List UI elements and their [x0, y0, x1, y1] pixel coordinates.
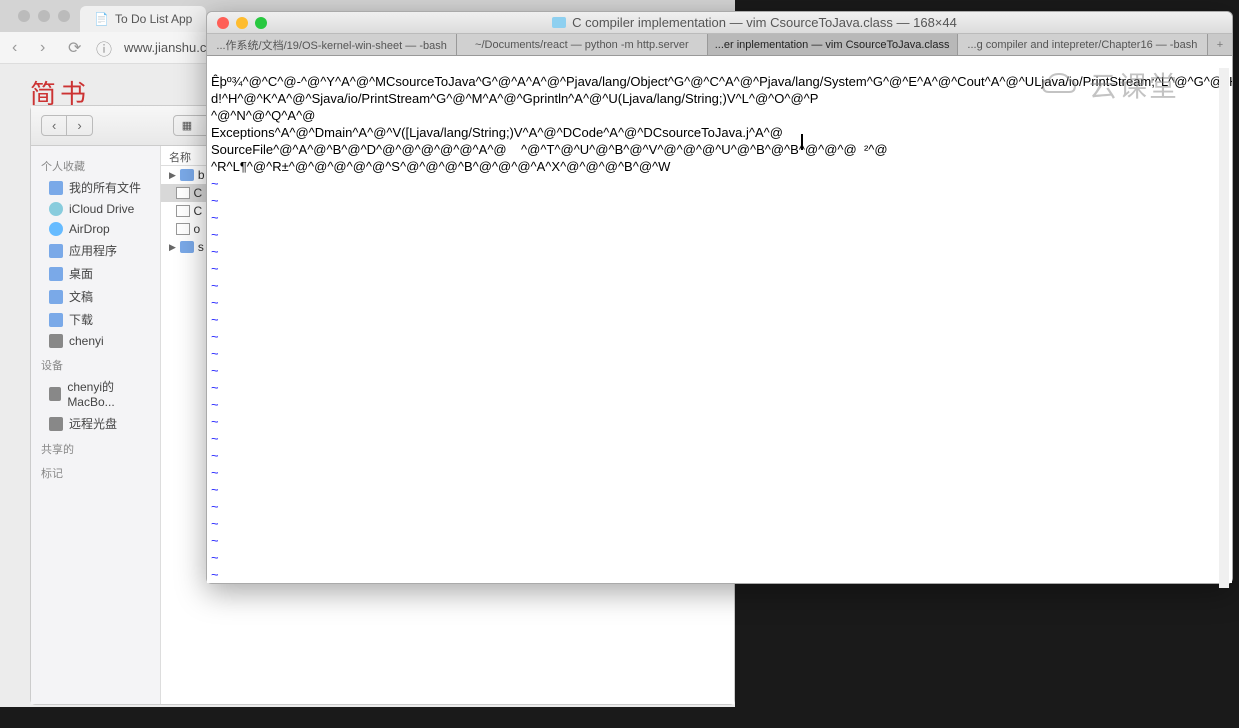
- watermark: 云课堂: [1039, 65, 1179, 105]
- browser-tab[interactable]: 📄 To Do List App: [80, 6, 206, 32]
- forward-button[interactable]: ›: [40, 39, 58, 57]
- finder-sidebar: 个人收藏 我的所有文件 iCloud Drive AirDrop 应用程序 桌面…: [31, 146, 161, 704]
- terminal-tab[interactable]: ...g compiler and intepreter/Chapter16 —…: [958, 34, 1208, 55]
- folder-icon: [552, 17, 566, 28]
- sidebar-item-device[interactable]: chenyi的MacBo...: [31, 375, 160, 412]
- terminal-tabs: ...作系统/文档/19/OS-kernel-win-sheet — -bash…: [207, 34, 1232, 56]
- sidebar-heading: 设备: [31, 351, 160, 375]
- tab-label: To Do List App: [115, 12, 192, 26]
- terminal-tab[interactable]: ~/Documents/react — python -m http.serve…: [457, 34, 707, 55]
- sidebar-item-apps[interactable]: 应用程序: [31, 239, 160, 262]
- window-title: C compiler implementation — vim CsourceT…: [277, 15, 1232, 30]
- sidebar-item-downloads[interactable]: 下载: [31, 308, 160, 331]
- terminal-titlebar: C compiler implementation — vim CsourceT…: [207, 12, 1232, 34]
- text-cursor: [801, 134, 803, 150]
- window-controls[interactable]: [8, 10, 80, 22]
- zoom-icon[interactable]: [255, 17, 267, 29]
- reload-button[interactable]: ⟳: [68, 38, 86, 58]
- sidebar-item-home[interactable]: chenyi: [31, 331, 160, 351]
- sidebar-item-desktop[interactable]: 桌面: [31, 262, 160, 285]
- sidebar-item-icloud[interactable]: iCloud Drive: [31, 199, 160, 219]
- new-tab-button[interactable]: +: [1208, 34, 1232, 55]
- minimize-icon[interactable]: [236, 17, 248, 29]
- cloud-icon: [1039, 70, 1079, 100]
- sidebar-item-remotedisc[interactable]: 远程光盘: [31, 412, 160, 435]
- back-button[interactable]: ‹: [12, 39, 30, 57]
- close-icon[interactable]: [217, 17, 229, 29]
- info-icon[interactable]: ⓘ: [96, 36, 114, 60]
- sidebar-item-airdrop[interactable]: AirDrop: [31, 219, 160, 239]
- nav-arrows[interactable]: ‹›: [41, 115, 93, 136]
- sidebar-item-allfiles[interactable]: 我的所有文件: [31, 176, 160, 199]
- terminal-tab[interactable]: ...作系统/文档/19/OS-kernel-win-sheet — -bash: [207, 34, 457, 55]
- terminal-content[interactable]: Êþº¾^@^C^@-^@^Y^A^@^MCsourceToJava^G^@^A…: [207, 56, 1232, 583]
- scrollbar[interactable]: [1219, 68, 1229, 588]
- page-icon: 📄: [94, 12, 109, 26]
- window-controls[interactable]: [207, 17, 277, 29]
- sidebar-heading: 标记: [31, 459, 160, 483]
- terminal-tab-active[interactable]: ...er inplementation — vim CsourceToJava…: [708, 34, 958, 55]
- sidebar-heading: 个人收藏: [31, 152, 160, 176]
- sidebar-heading: 共享的: [31, 435, 160, 459]
- sidebar-item-documents[interactable]: 文稿: [31, 285, 160, 308]
